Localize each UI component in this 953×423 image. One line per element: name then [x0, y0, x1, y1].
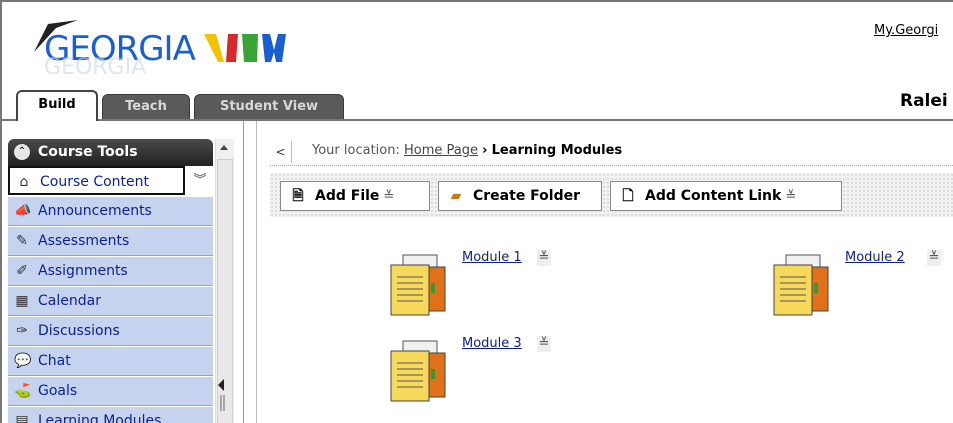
header: GEORGIA GEORGIA My.Georgi Ralei Build Te…	[2, 2, 953, 121]
module-link[interactable]: Module 2	[845, 250, 905, 265]
add-content-link-label: Add Content Link	[645, 188, 782, 204]
tab-student-view[interactable]: Student View	[194, 94, 344, 120]
sidebar-item-chat[interactable]: 💬 Chat	[8, 347, 213, 376]
sidebar-item-label: Discussions	[38, 323, 120, 339]
georgiaview-logo: GEORGIA GEORGIA	[34, 20, 286, 74]
course-tools-title: Course Tools	[38, 144, 138, 160]
home-icon: ⌂	[19, 174, 29, 190]
sidebar-item-learning-modules[interactable]: ▤ Learning Modules	[8, 407, 213, 423]
sidebar-resize-grip[interactable]	[216, 373, 226, 413]
pane-splitter[interactable]	[256, 121, 262, 423]
pushpin-icon: ✑	[16, 323, 28, 339]
learning-modules-icon: ▤	[15, 413, 29, 423]
course-tools-header[interactable]: ⌃ Course Tools	[8, 139, 213, 166]
module-link[interactable]: Module 1	[462, 250, 522, 265]
collapse-section-icon[interactable]: ⌃	[14, 144, 30, 160]
sidebar-item-label: Assessments	[38, 233, 130, 249]
main-content: < Your location: Home Page › Learning Mo…	[264, 121, 953, 423]
add-file-label: Add File	[315, 188, 380, 204]
megaphone-icon: 📣	[14, 203, 32, 219]
course-title: Ralei	[900, 91, 948, 111]
chat-bubble-icon: 💬	[14, 353, 32, 369]
back-arrow-icon[interactable]: <	[270, 141, 292, 163]
sidebar-item-course-content[interactable]: ⌂ Course Content	[8, 166, 185, 195]
location-prefix: Your location:	[312, 143, 400, 158]
content-toolbar: 🗎 Add File ≚ ▰ Create Folder 🗋 Add Conten…	[270, 173, 953, 217]
learning-module-icon	[390, 340, 446, 402]
sidebar-item-goals[interactable]: ⛳ Goals	[8, 377, 213, 406]
module-item[interactable]: Module 3 ≚	[389, 331, 589, 411]
menu-arrow-icon: ≚	[785, 189, 797, 204]
file-icon: 🗎	[292, 188, 304, 204]
sidebar-item-announcements[interactable]: 📣 Announcements	[8, 197, 213, 226]
add-content-link-button[interactable]: 🗋 Add Content Link ≚	[610, 181, 842, 211]
content-link-icon: 🗋	[622, 188, 634, 204]
sidebar-item-assessments[interactable]: ✎ Assessments	[8, 227, 213, 256]
module-item[interactable]: Module 1 ≚	[389, 245, 589, 325]
svg-text:GEORGIA: GEORGIA	[44, 55, 146, 74]
breadcrumb-separator: ›	[482, 143, 488, 158]
tab-teach[interactable]: Teach	[102, 94, 190, 120]
module-menu-icon[interactable]: ≚	[537, 250, 551, 266]
app-window: GEORGIA GEORGIA My.Georgi Ralei Build Te…	[0, 0, 953, 423]
sidebar-item-label: Course Content	[40, 174, 150, 190]
calendar-icon: ▦	[15, 293, 29, 309]
collapse-submenu-icon[interactable]: ︾	[187, 168, 213, 197]
sidebar-item-label: Assignments	[38, 263, 128, 279]
sidebar-item-label: Chat	[38, 353, 71, 369]
module-link[interactable]: Module 3	[462, 336, 522, 351]
my-georgia-link[interactable]: My.Georgi	[874, 23, 938, 38]
breadcrumb-home-link[interactable]: Home Page	[404, 143, 478, 158]
sidebar-divider	[243, 121, 244, 423]
assignment-icon: ✐	[16, 263, 28, 279]
learning-module-icon	[773, 254, 829, 316]
create-folder-label: Create Folder	[473, 188, 581, 204]
breadcrumb-divider	[270, 165, 953, 166]
location-trail: Your location: Home Page › Learning Modu…	[312, 143, 622, 158]
learning-module-icon	[390, 254, 446, 316]
menu-arrow-icon: ≚	[383, 189, 395, 204]
module-menu-icon[interactable]: ≚	[927, 250, 941, 266]
add-file-button[interactable]: 🗎 Add File ≚	[280, 181, 430, 211]
scroll-up-icon[interactable]	[220, 145, 228, 150]
tab-build[interactable]: Build	[16, 90, 98, 121]
assessment-icon: ✎	[16, 233, 28, 249]
course-tools-sidebar: ⌃ Course Tools ⌂ Course Content ︾ 📣 Anno…	[2, 121, 262, 423]
folder-icon: ▰	[450, 188, 462, 204]
module-item[interactable]: Module 2 ≚	[772, 245, 953, 325]
sidebar-item-label: Calendar	[38, 293, 101, 309]
sidebar-item-calendar[interactable]: ▦ Calendar	[8, 287, 213, 316]
sidebar-item-label: Goals	[38, 383, 78, 399]
sidebar-item-discussions[interactable]: ✑ Discussions	[8, 317, 213, 346]
module-menu-icon[interactable]: ≚	[537, 336, 551, 352]
sidebar-item-assignments[interactable]: ✐ Assignments	[8, 257, 213, 286]
goals-icon: ⛳	[14, 383, 32, 399]
create-folder-button[interactable]: ▰ Create Folder	[438, 181, 602, 211]
sidebar-item-label: Announcements	[38, 203, 152, 219]
breadcrumb-current: Learning Modules	[491, 143, 623, 158]
sidebar-item-label: Learning Modules	[38, 413, 162, 423]
